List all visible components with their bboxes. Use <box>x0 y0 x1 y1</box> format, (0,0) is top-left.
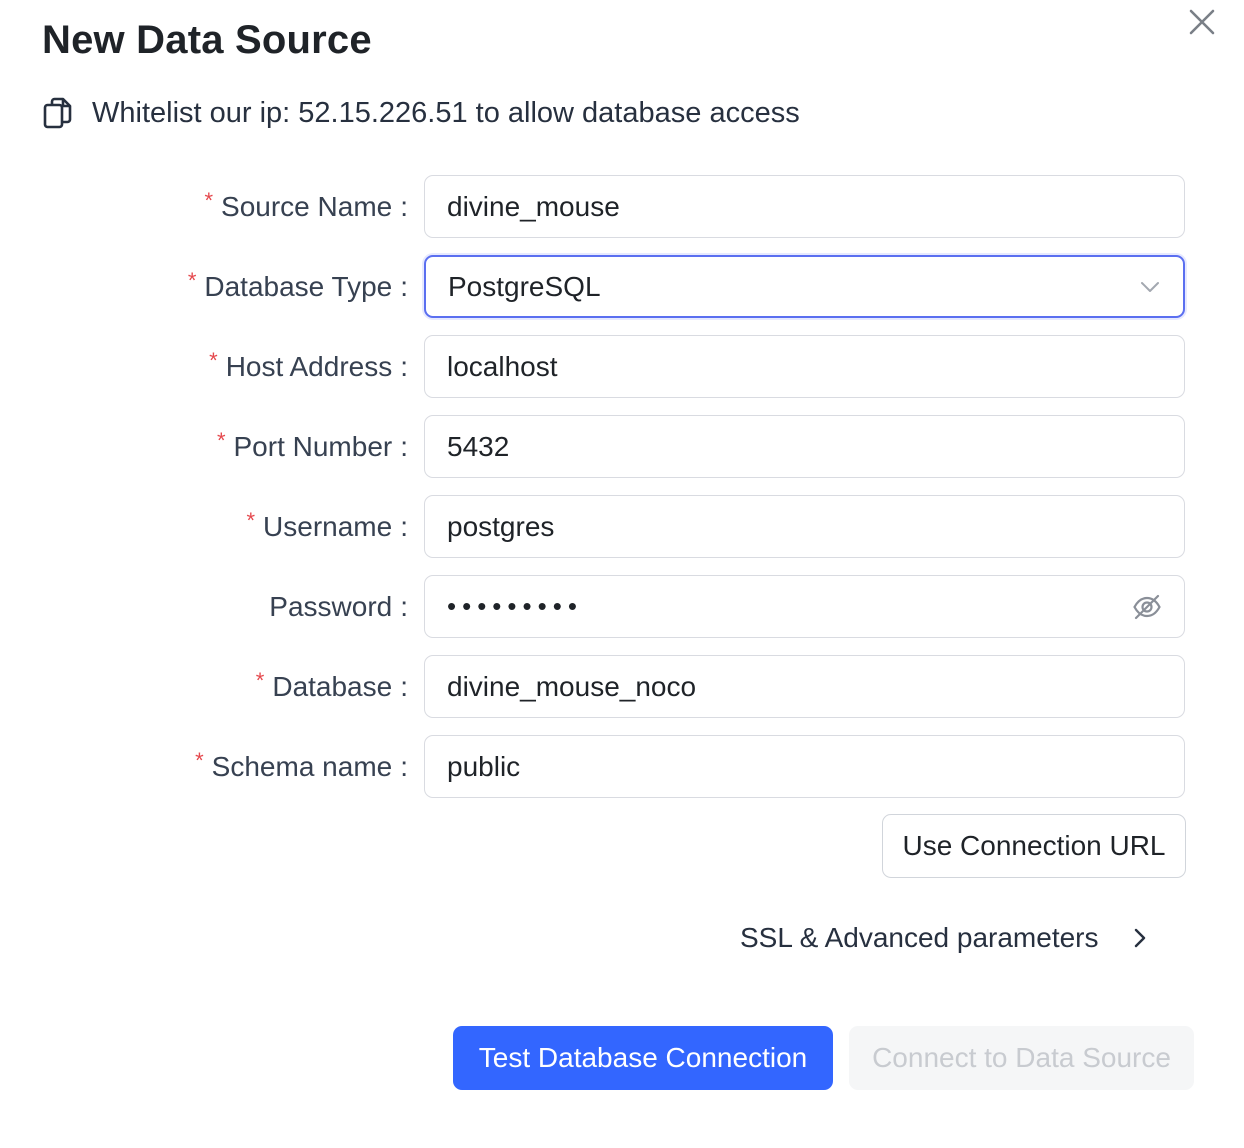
host-address-input[interactable]: localhost <box>424 335 1185 398</box>
source-name-input[interactable]: divine_mouse <box>424 175 1185 238</box>
form-row-source-name: * Source Name : divine_mouse <box>0 175 1244 239</box>
form-row-port-number: * Port Number : 5432 <box>0 415 1244 479</box>
port-number-value: 5432 <box>447 430 510 462</box>
required-mark: * <box>204 188 214 213</box>
schema-name-value: public <box>447 750 521 782</box>
host-address-value: localhost <box>447 350 558 382</box>
field-label-text: Host Address <box>225 351 393 382</box>
copy-icon[interactable] <box>42 96 74 130</box>
field-label: * Host Address : <box>209 335 408 399</box>
form-row-username: * Username : postgres <box>0 495 1244 559</box>
field-label: * Port Number : <box>217 415 408 479</box>
label-colon: : <box>400 591 408 622</box>
label-colon: : <box>400 351 408 382</box>
chevron-right-icon <box>1129 927 1151 949</box>
username-value: postgres <box>447 510 555 542</box>
field-label-text: Schema name <box>211 751 393 782</box>
dialog-title: New Data Source <box>42 18 372 62</box>
use-connection-url-button[interactable]: Use Connection URL <box>882 814 1186 878</box>
ssl-advanced-label: SSL & Advanced parameters <box>740 922 1099 953</box>
username-input[interactable]: postgres <box>424 495 1185 558</box>
field-label: Password : <box>269 575 408 639</box>
source-name-value: divine_mouse <box>447 190 620 222</box>
label-colon: : <box>400 511 408 542</box>
connect-to-data-source-button[interactable]: Connect to Data Source <box>849 1026 1194 1090</box>
required-mark: * <box>216 428 226 453</box>
field-label-text: Database Type <box>204 271 393 302</box>
field-label: * Username : <box>246 495 408 559</box>
field-label-text: Port Number <box>233 431 393 462</box>
database-input[interactable]: divine_mouse_noco <box>424 655 1185 718</box>
field-label-text: Username <box>263 511 393 542</box>
new-data-source-dialog: New Data Source Whitelist our ip: 52.15.… <box>0 0 1244 1148</box>
password-value: ••••••••• <box>447 591 583 621</box>
test-database-connection-button[interactable]: Test Database Connection <box>453 1026 833 1090</box>
field-label: * Database Type : <box>188 255 408 319</box>
label-colon: : <box>400 751 408 782</box>
field-label: * Database : <box>256 655 408 719</box>
form-row-host-address: * Host Address : localhost <box>0 335 1244 399</box>
label-colon: : <box>400 271 408 302</box>
field-label: * Source Name : <box>204 175 408 239</box>
form-row-database: * Database : divine_mouse_noco <box>0 655 1244 719</box>
required-mark: * <box>246 508 256 533</box>
required-mark: * <box>209 348 218 373</box>
eye-off-icon[interactable] <box>1132 592 1162 622</box>
required-mark: * <box>195 748 204 773</box>
label-colon: : <box>400 191 408 222</box>
label-colon: : <box>400 671 408 702</box>
form-row-schema-name: * Schema name : public <box>0 735 1244 799</box>
port-number-input[interactable]: 5432 <box>424 415 1185 478</box>
field-label-text: Password <box>269 591 393 622</box>
whitelist-notice: Whitelist our ip: 52.15.226.51 to allow … <box>42 96 800 130</box>
chevron-down-icon <box>1139 276 1161 298</box>
form-row-password: Password : ••••••••• <box>0 575 1244 639</box>
close-icon[interactable] <box>1184 4 1220 40</box>
label-colon: : <box>400 431 408 462</box>
form-row-database-type: * Database Type : PostgreSQL <box>0 255 1244 319</box>
database-value: divine_mouse_noco <box>447 670 697 702</box>
ssl-advanced-toggle[interactable]: SSL & Advanced parameters <box>740 922 1151 954</box>
field-label-text: Source Name <box>221 191 393 222</box>
required-mark: * <box>255 668 265 693</box>
required-mark: * <box>187 268 197 293</box>
database-type-value: PostgreSQL <box>448 270 601 302</box>
database-type-select[interactable]: PostgreSQL <box>424 255 1185 318</box>
whitelist-text: Whitelist our ip: 52.15.226.51 to allow … <box>92 96 800 129</box>
password-input[interactable]: ••••••••• <box>424 575 1185 638</box>
field-label: * Schema name : <box>195 735 408 799</box>
schema-name-input[interactable]: public <box>424 735 1185 798</box>
field-label-text: Database <box>272 671 393 702</box>
